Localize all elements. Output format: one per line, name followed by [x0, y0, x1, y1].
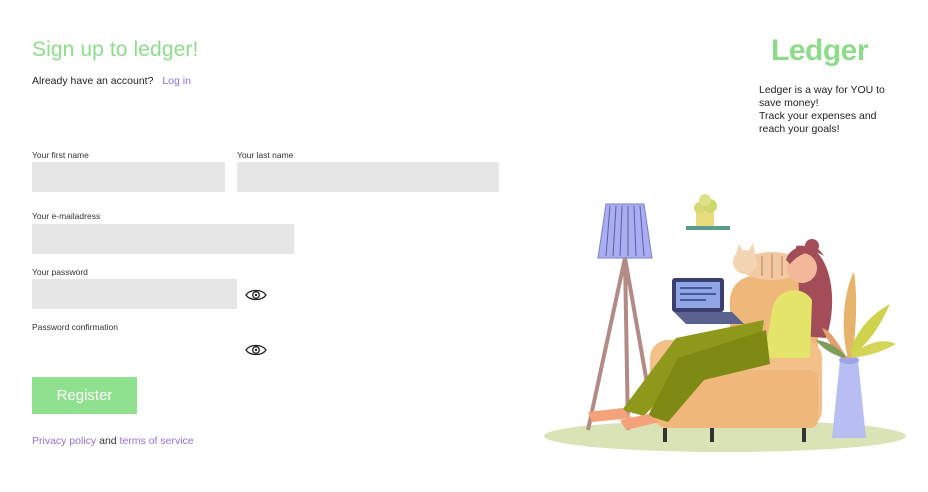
legal-and-text: and [96, 435, 120, 447]
password-confirm-field[interactable] [32, 334, 237, 364]
woman-with-laptop-illustration [544, 194, 906, 452]
eye-icon[interactable] [245, 343, 267, 357]
password-confirm-label: Password confirmation [32, 322, 118, 332]
email-label: Your e-mailadress [32, 211, 101, 221]
legal-links: Privacy policy and terms of service [32, 435, 194, 447]
password-label: Your password [32, 267, 88, 277]
login-prompt: Already have an account? Log in [32, 75, 191, 87]
tagline-line: Ledger is a way for YOU to save money! [759, 84, 885, 109]
last-name-field[interactable] [237, 162, 499, 192]
tagline-line: Track your expenses and reach your goals… [759, 110, 877, 135]
terms-of-service-link[interactable]: terms of service [120, 435, 194, 447]
email-field[interactable] [32, 224, 294, 254]
page-title: Sign up to ledger! [32, 38, 199, 61]
password-field[interactable] [32, 279, 237, 309]
first-name-field[interactable] [32, 162, 225, 192]
first-name-label: Your first name [32, 150, 89, 160]
shelf-plant [686, 194, 730, 230]
have-account-text: Already have an account? [32, 75, 154, 87]
brand-tagline: Ledger is a way for YOU to save money! T… [759, 84, 894, 136]
brand-logo: Ledger [771, 34, 869, 67]
register-button[interactable]: Register [32, 377, 137, 414]
eye-icon[interactable] [245, 288, 267, 302]
privacy-policy-link[interactable]: Privacy policy [32, 435, 96, 447]
last-name-label: Your last name [237, 150, 294, 160]
login-link[interactable]: Log in [162, 75, 191, 87]
